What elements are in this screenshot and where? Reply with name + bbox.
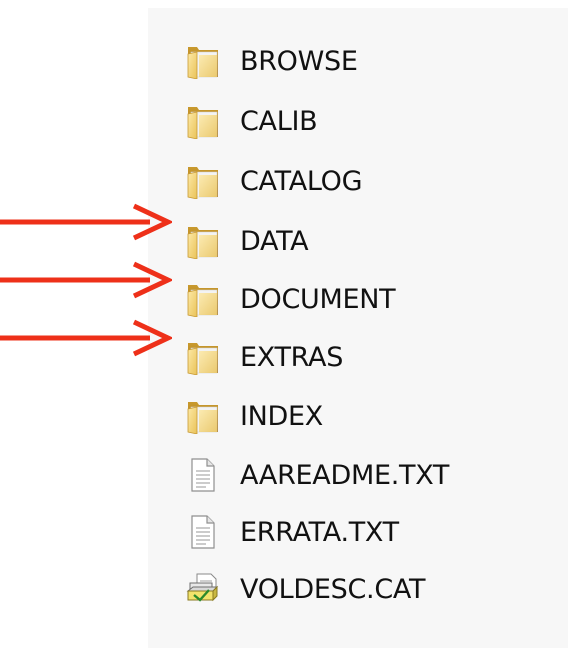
folder-icon	[184, 279, 222, 319]
folder-item-data[interactable]: DATA	[184, 218, 309, 264]
folder-item-browse[interactable]: BROWSE	[184, 38, 358, 84]
item-label: ERRATA.TXT	[240, 516, 399, 548]
folder-item-document[interactable]: DOCUMENT	[184, 276, 396, 322]
folder-item-catalog[interactable]: CATALOG	[184, 158, 363, 204]
file-item-errata[interactable]: ERRATA.TXT	[184, 509, 399, 555]
arrow-pointer-data	[0, 203, 172, 241]
folder-icon	[184, 41, 222, 81]
folder-icon	[184, 396, 222, 436]
file-list-panel: BROWSE CALIB CATALOG DATA DOCUMENT EXTRA…	[148, 8, 568, 648]
item-label: AAREADME.TXT	[240, 459, 450, 491]
item-label: EXTRAS	[240, 341, 344, 373]
item-label: CATALOG	[240, 165, 363, 197]
folder-icon	[184, 337, 222, 377]
arrow-pointer-document	[0, 261, 172, 299]
item-label: DOCUMENT	[240, 283, 396, 315]
folder-item-extras[interactable]: EXTRAS	[184, 334, 343, 380]
item-label: INDEX	[240, 400, 324, 432]
folder-icon	[184, 101, 222, 141]
item-label: BROWSE	[240, 45, 358, 77]
arrow-pointer-extras	[0, 319, 172, 357]
explorer-window: BROWSE CALIB CATALOG DATA DOCUMENT EXTRA…	[0, 0, 575, 648]
catalog-file-icon	[184, 569, 222, 609]
text-file-icon	[184, 512, 222, 552]
item-label: CALIB	[240, 105, 318, 137]
folder-icon	[184, 221, 222, 261]
folder-item-index[interactable]: INDEX	[184, 393, 323, 439]
folder-item-calib[interactable]: CALIB	[184, 98, 318, 144]
file-item-voldesc[interactable]: VOLDESC.CAT	[184, 566, 425, 612]
item-label: DATA	[240, 225, 309, 257]
text-file-icon	[184, 455, 222, 495]
item-label: VOLDESC.CAT	[240, 573, 426, 605]
file-item-aareadme[interactable]: AAREADME.TXT	[184, 452, 449, 498]
folder-icon	[184, 161, 222, 201]
